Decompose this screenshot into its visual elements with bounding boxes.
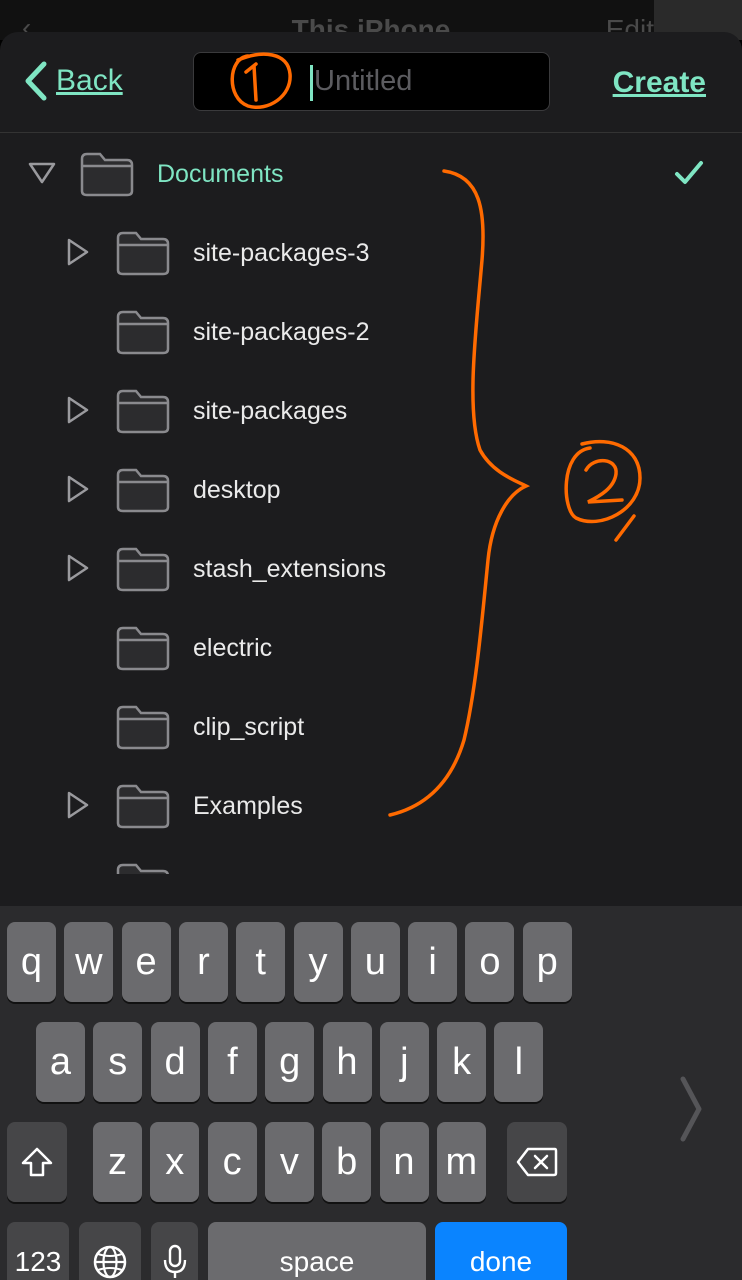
create-button[interactable]: Create [613,66,706,100]
folder-icon [116,784,170,829]
tree-row[interactable]: site-packages [0,371,742,450]
key-z[interactable]: z [93,1122,142,1202]
folder-icon [116,310,170,355]
key-e[interactable]: e [121,922,171,1002]
key-w[interactable]: w [64,922,114,1002]
key-m[interactable]: m [436,1122,486,1202]
globe-icon [93,1245,127,1279]
key-k[interactable]: k [437,1022,487,1102]
key-s[interactable]: s [93,1022,143,1102]
folder-icon [80,152,134,197]
shift-icon [21,1147,53,1177]
tree-row-label: site-packages-2 [193,318,370,346]
text-caret [310,65,313,101]
tree-row-label: Documents [157,160,284,188]
key-j[interactable]: j [379,1022,429,1102]
key-l[interactable]: l [494,1022,544,1102]
onscreen-keyboard: q w e r t y u i o p a s d f g h j k l z x c v b n m 123 space done [0,906,742,1280]
tree-row-label: site-packages [193,397,348,425]
tree-row[interactable]: site-packages-2 [0,292,742,371]
tree-row[interactable]: site-packages-3 [0,213,742,292]
tree-row-label: Examples [193,792,303,820]
microphone-icon [163,1244,186,1278]
sheet-navbar: Back Create [0,32,742,133]
tree-row[interactable]: stash_extensions [0,529,742,608]
key-y[interactable]: y [293,922,343,1002]
tree-row[interactable]: Examples [0,766,742,845]
key-g[interactable]: g [265,1022,315,1102]
disclosure-expanded-icon[interactable] [27,158,57,188]
folder-icon [116,468,170,513]
microphone-key[interactable] [151,1222,198,1280]
back-button[interactable]: Back [22,60,123,102]
shift-key[interactable] [7,1122,67,1202]
key-i[interactable]: i [408,922,458,1002]
folder-name-input[interactable] [193,52,550,111]
disclosure-collapsed-icon[interactable] [62,237,92,267]
tree-row[interactable]: desktop [0,450,742,529]
key-f[interactable]: f [207,1022,257,1102]
tree-row-partial[interactable] [0,845,742,874]
key-d[interactable]: d [150,1022,200,1102]
key-u[interactable]: u [350,922,400,1002]
folder-icon [116,705,170,750]
tree-row[interactable]: clip_script [0,687,742,766]
folder-icon [116,626,170,671]
backspace-key[interactable] [507,1122,567,1202]
disclosure-collapsed-icon[interactable] [62,553,92,583]
tree-row-documents[interactable]: Documents [0,134,742,213]
disclosure-collapsed-icon[interactable] [62,395,92,425]
tree-row-label: stash_extensions [193,555,387,583]
key-t[interactable]: t [236,922,286,1002]
folder-icon [116,389,170,434]
key-v[interactable]: v [264,1122,314,1202]
folder-icon [116,547,170,592]
chevron-right-icon[interactable] [678,1076,704,1142]
disclosure-collapsed-icon[interactable] [62,790,92,820]
back-label: Back [56,64,123,97]
key-c[interactable]: c [207,1122,257,1202]
key-a[interactable]: a [36,1022,85,1102]
key-h[interactable]: h [322,1022,372,1102]
tree-row-label: site-packages-3 [193,239,370,267]
tree-row[interactable]: electric [0,608,742,687]
new-folder-sheet: Back Create Documents site-packages-3sit… [0,32,742,1280]
folder-icon [116,863,170,874]
tree-row-label: desktop [193,476,281,504]
tree-row-label: clip_script [193,713,305,741]
done-key[interactable]: done [435,1222,567,1280]
key-n[interactable]: n [379,1122,429,1202]
key-q[interactable]: q [7,922,56,1002]
key-o[interactable]: o [465,922,515,1002]
folder-icon [116,231,170,276]
key-r[interactable]: r [178,922,228,1002]
key-x[interactable]: x [150,1122,200,1202]
backspace-icon [516,1147,558,1177]
disclosure-collapsed-icon[interactable] [62,474,92,504]
key-p[interactable]: p [522,922,572,1002]
folder-tree: Documents site-packages-3 site-packages-2… [0,134,742,874]
key-b[interactable]: b [322,1122,372,1202]
numbers-key[interactable]: 123 [7,1222,69,1280]
space-key[interactable]: space [208,1222,426,1280]
globe-key[interactable] [79,1222,141,1280]
checkmark-icon [675,161,703,184]
chevron-left-icon [25,61,47,101]
tree-row-label: electric [193,634,273,662]
